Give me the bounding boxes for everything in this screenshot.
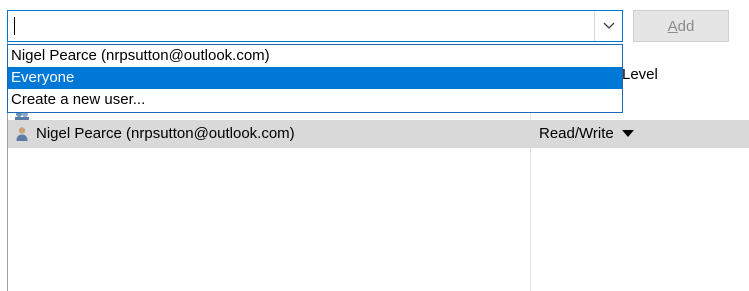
dropdown-option-nigel-pearce[interactable]: Nigel Pearce (nrpsutton@outlook.com) [8,45,622,67]
user-combo-box[interactable] [7,10,623,42]
chevron-down-icon [603,22,614,29]
add-button-access-key: A [667,17,678,35]
add-button-label: dd [677,17,695,35]
user-dropdown-list: Nigel Pearce (nrpsutton@outlook.com) Eve… [7,44,623,113]
table-row[interactable]: Nigel Pearce (nrpsutton@outlook.com) Rea… [8,120,749,148]
row-user-name: Nigel Pearce (nrpsutton@outlook.com) [36,125,295,142]
user-icon [16,127,28,141]
permissions-panel: Add Level Nigel Pearce (nrpsutton@outloo… [0,0,749,291]
caret-down-icon [621,130,634,137]
permission-level-dropdown[interactable]: Read/Write [539,125,634,142]
permission-level-label: Read/Write [539,125,614,142]
add-button[interactable]: Add [633,10,729,42]
text-caret [14,17,15,35]
column-header-level[interactable]: Level [622,66,658,83]
combo-dropdown-button[interactable] [594,11,622,41]
dropdown-option-create-new-user[interactable]: Create a new user... [8,89,622,111]
dropdown-option-everyone[interactable]: Everyone [8,67,622,89]
user-search-input[interactable] [8,11,594,41]
